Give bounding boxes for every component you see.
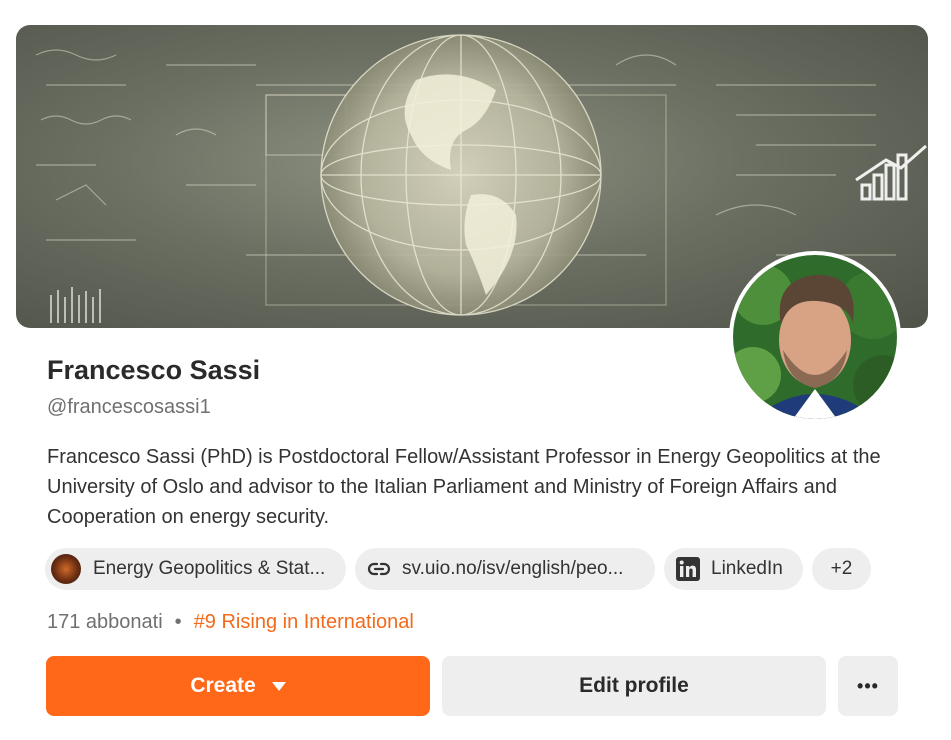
publication-thumbnail bbox=[51, 554, 81, 584]
link-icon bbox=[367, 557, 391, 581]
caret-down-icon bbox=[271, 681, 286, 691]
globe-graphic bbox=[320, 34, 602, 316]
edit-profile-label: Edit profile bbox=[579, 674, 689, 697]
rising-rank-link[interactable]: #9 Rising in International bbox=[194, 611, 414, 634]
profile-bio: Francesco Sassi (PhD) is Postdoctoral Fe… bbox=[47, 446, 881, 528]
more-options-button[interactable]: ••• bbox=[838, 656, 898, 716]
stats-separator: • bbox=[174, 611, 182, 633]
linkedin-icon bbox=[676, 557, 700, 581]
avatar-photo bbox=[733, 255, 897, 419]
more-links-label: +2 bbox=[830, 558, 853, 579]
linkedin-chip[interactable]: LinkedIn bbox=[664, 548, 803, 590]
profile-handle: @francescosassi1 bbox=[47, 396, 211, 418]
more-horizontal-icon: ••• bbox=[857, 675, 879, 696]
linkedin-chip-label: LinkedIn bbox=[711, 558, 783, 579]
profile-stats: 171 abbonati • #9 Rising in Internationa… bbox=[47, 611, 414, 634]
publication-chip[interactable]: Energy Geopolitics & Stat... bbox=[45, 548, 346, 590]
publication-chip-label: Energy Geopolitics & Stat... bbox=[93, 558, 326, 579]
create-button-label: Create bbox=[190, 674, 256, 697]
edit-profile-button[interactable]: Edit profile bbox=[442, 656, 826, 716]
profile-name: Francesco Sassi bbox=[47, 355, 261, 385]
website-chip[interactable]: sv.uio.no/isv/english/peo... bbox=[355, 548, 655, 590]
create-button[interactable]: Create bbox=[46, 656, 430, 716]
more-links-chip[interactable]: +2 bbox=[812, 548, 871, 590]
avatar[interactable] bbox=[729, 251, 901, 423]
subscriber-count[interactable]: 171 abbonati bbox=[47, 611, 163, 634]
website-chip-label: sv.uio.no/isv/english/peo... bbox=[402, 558, 624, 579]
